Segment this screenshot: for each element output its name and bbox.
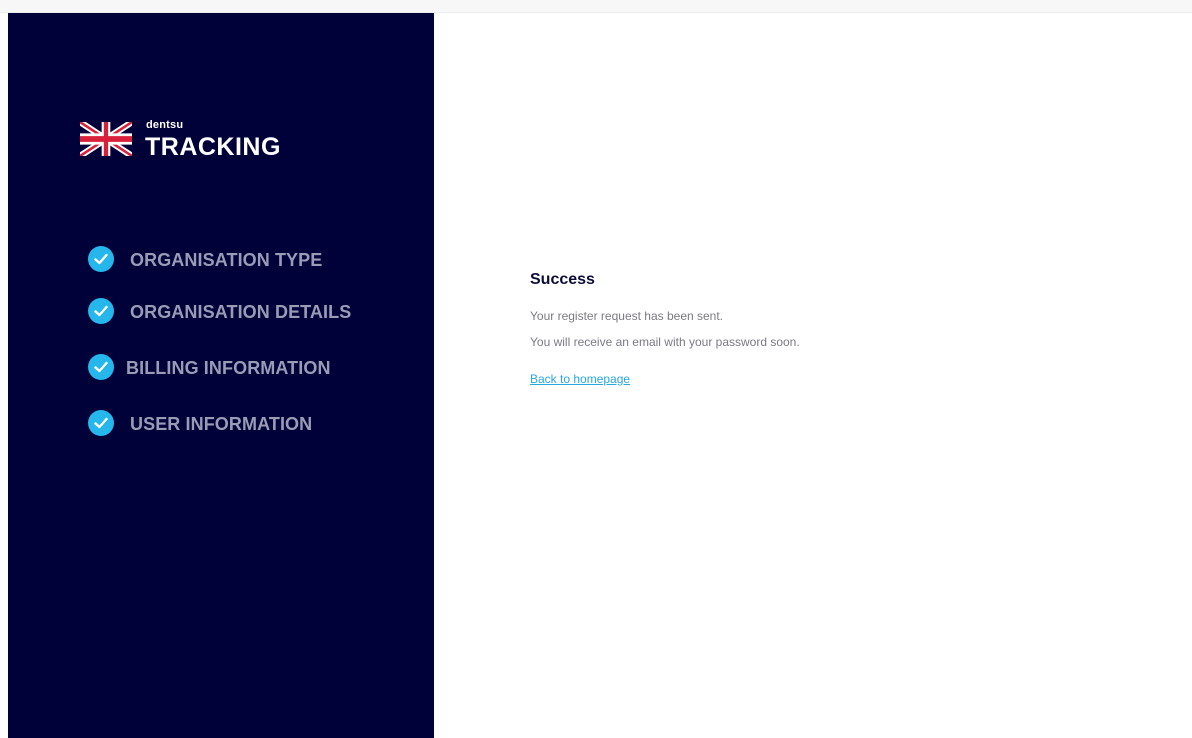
check-circle-icon [88,298,114,324]
uk-flag-icon [80,122,132,156]
success-title: Success [530,271,595,288]
step-label: ORGANISATION DETAILS [130,302,352,322]
sidebar: dentsu TRACKING ORGANISATION TYPE ORGANI… [8,13,434,738]
step-label: USER INFORMATION [130,414,313,434]
brand-name-small: dentsu [146,119,184,131]
check-circle-icon [88,410,114,436]
check-circle-icon [88,354,114,380]
top-bar [0,0,1192,13]
brand-name: TRACKING [145,133,281,161]
success-message-line2: You will receive an email with your pass… [530,335,800,349]
step-label: ORGANISATION TYPE [130,250,323,270]
success-message-line1: Your register request has been sent. [530,309,724,323]
back-to-homepage-link[interactable]: Back to homepage [530,372,630,386]
check-circle-icon [88,246,114,272]
step-label: BILLING INFORMATION [126,358,331,378]
